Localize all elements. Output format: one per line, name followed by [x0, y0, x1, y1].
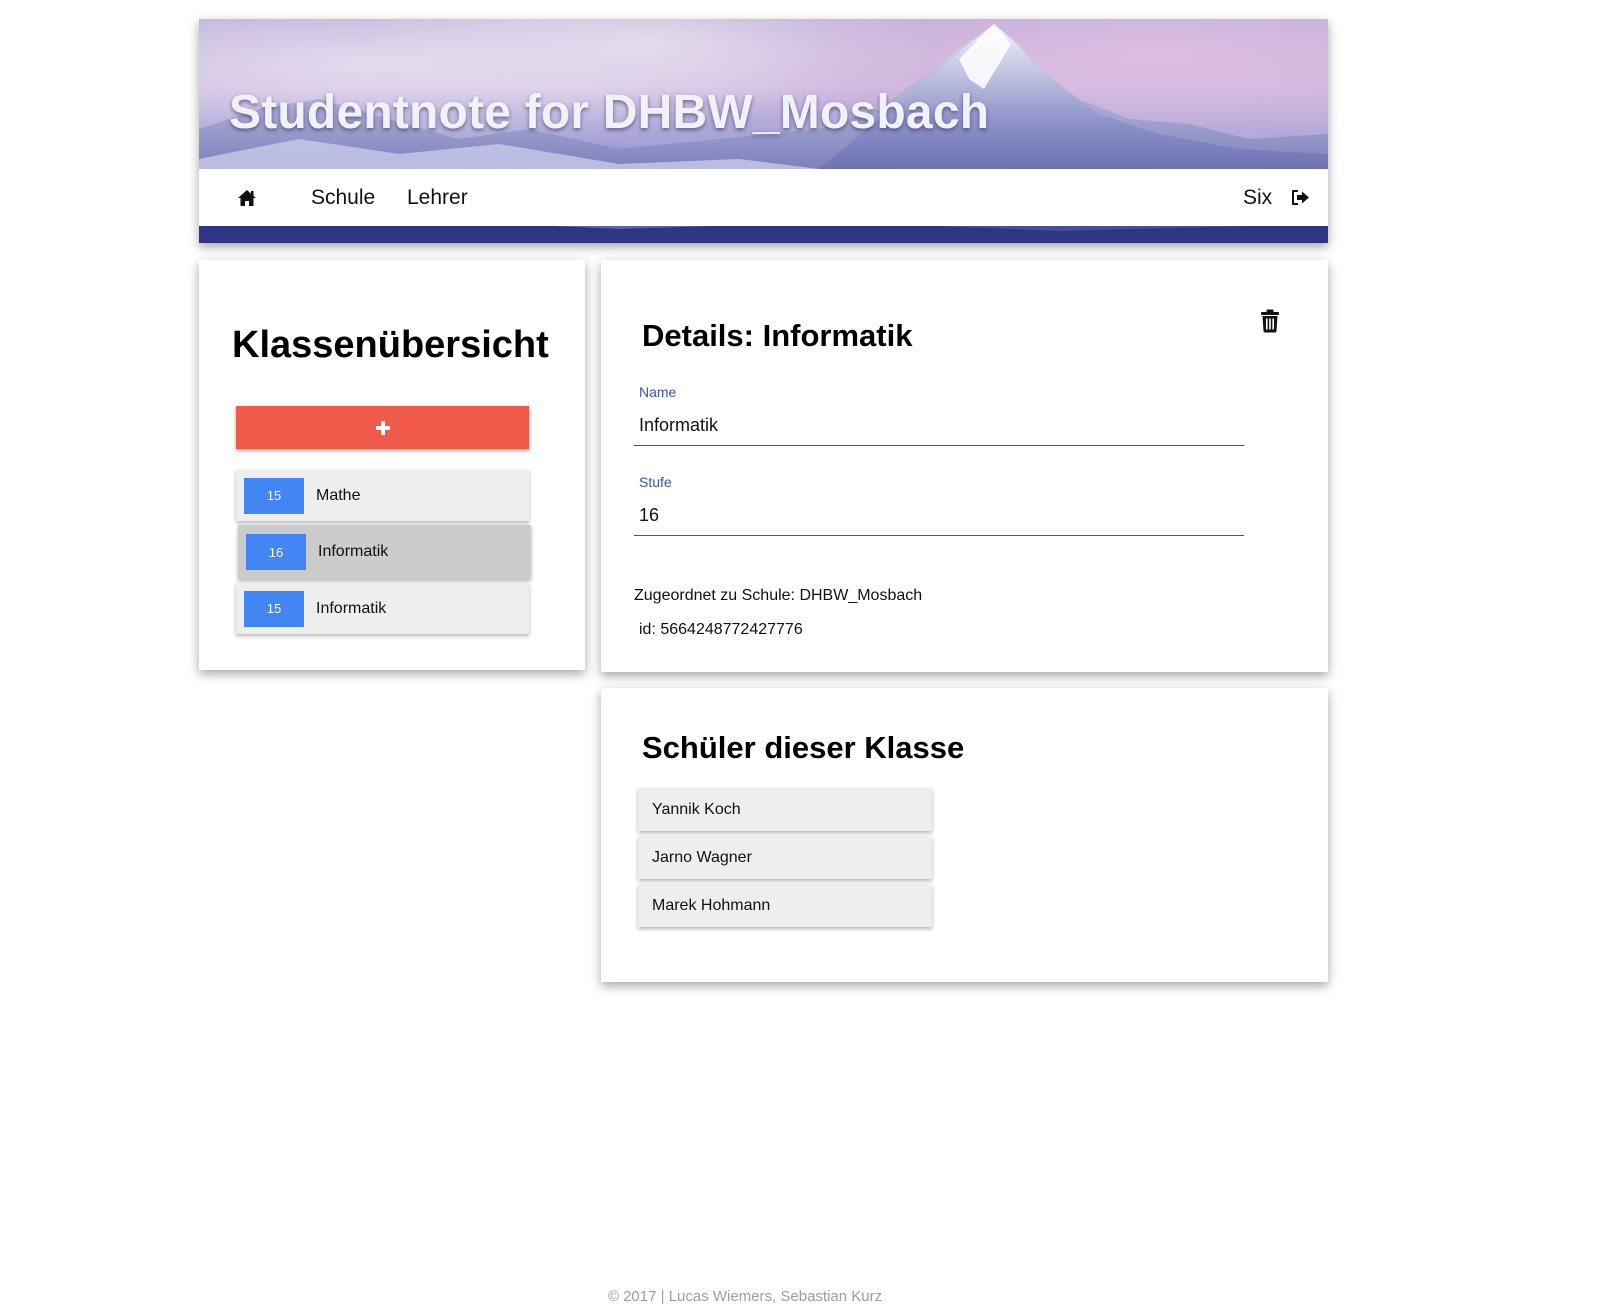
- home-icon: [238, 189, 256, 206]
- stufe-input[interactable]: [634, 496, 1244, 536]
- sign-out-icon: [1292, 190, 1309, 205]
- nav-home[interactable]: [237, 169, 257, 226]
- trash-icon: [1261, 309, 1279, 333]
- class-overview-card: Klassenübersicht 15 Mathe 16 Informatik …: [199, 260, 585, 670]
- student-item[interactable]: Yannik Koch: [638, 788, 932, 831]
- students-title: Schüler dieser Klasse: [642, 730, 965, 765]
- plus-icon: [375, 420, 390, 435]
- class-item-selected[interactable]: 16 Informatik: [238, 525, 531, 579]
- name-field-label: Name: [639, 384, 677, 400]
- class-id-text: id: 5664248772427776: [639, 621, 803, 638]
- student-item[interactable]: Marek Hohmann: [638, 884, 932, 927]
- student-item[interactable]: Jarno Wagner: [638, 836, 932, 879]
- class-item[interactable]: 15 Informatik: [236, 583, 529, 634]
- app-title: Studentnote for DHBW_Mosbach: [229, 86, 990, 139]
- add-class-button[interactable]: [236, 406, 529, 449]
- nav-lehrer[interactable]: Lehrer: [407, 169, 468, 226]
- nav-user-name[interactable]: Six: [1243, 169, 1272, 226]
- class-name: Mathe: [316, 486, 361, 504]
- nav-schule[interactable]: Schule: [311, 169, 375, 226]
- class-overview-title: Klassenübersicht: [232, 324, 549, 366]
- class-stufe-badge: 15: [244, 590, 304, 627]
- students-card: Schüler dieser Klasse Yannik Koch Jarno …: [601, 688, 1328, 982]
- class-item[interactable]: 15 Mathe: [236, 470, 529, 521]
- details-title: Details: Informatik: [642, 318, 913, 353]
- class-stufe-badge: 16: [246, 534, 306, 570]
- footer-copyright: © 2017 | Lucas Wiemers, Sebastian Kurz: [607, 1288, 883, 1305]
- class-stufe-badge: 15: [244, 477, 304, 514]
- nav-logout[interactable]: [1291, 169, 1310, 226]
- class-name: Informatik: [318, 543, 389, 560]
- class-name: Informatik: [316, 599, 387, 617]
- navbar: Schule Lehrer Six: [199, 169, 1328, 226]
- stufe-field-label: Stufe: [639, 474, 672, 490]
- name-input[interactable]: [634, 406, 1244, 446]
- header-banner: Studentnote for DHBW_Mosbach Schule Lehr…: [199, 19, 1328, 243]
- assigned-school-text: Zugeordnet zu Schule: DHBW_Mosbach: [634, 587, 923, 604]
- class-details-card: Details: Informatik Name Stufe Zugeordne…: [601, 260, 1328, 672]
- delete-class-button[interactable]: [1258, 308, 1282, 334]
